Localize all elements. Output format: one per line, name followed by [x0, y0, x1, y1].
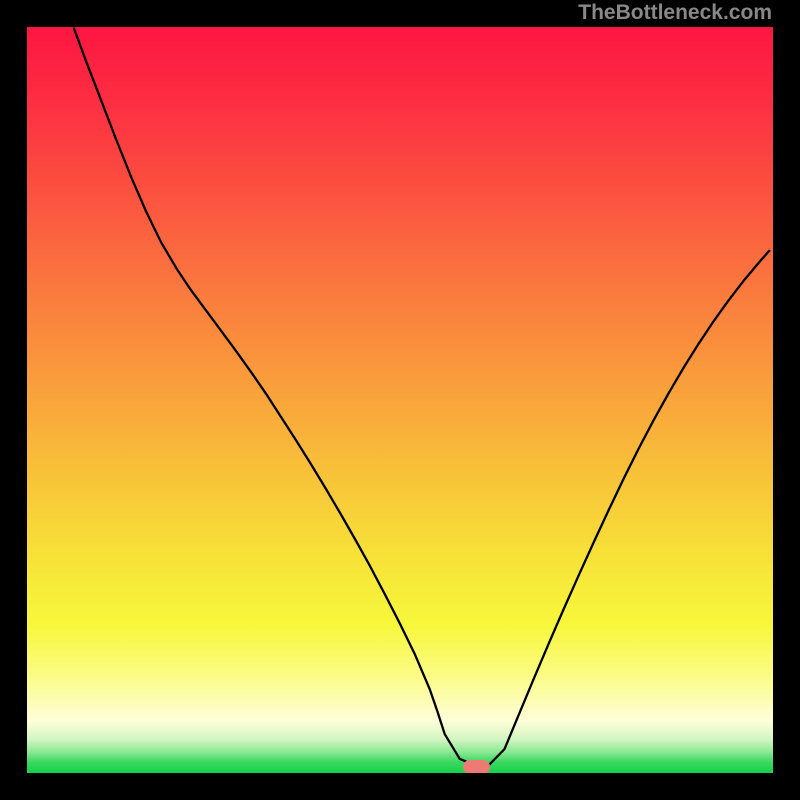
optimal-point-marker	[463, 760, 490, 773]
watermark: TheBottleneck.com	[578, 1, 772, 25]
chart-frame: TheBottleneck.com	[0, 0, 800, 800]
plot-area	[27, 27, 773, 773]
bottleneck-curve	[27, 27, 773, 773]
